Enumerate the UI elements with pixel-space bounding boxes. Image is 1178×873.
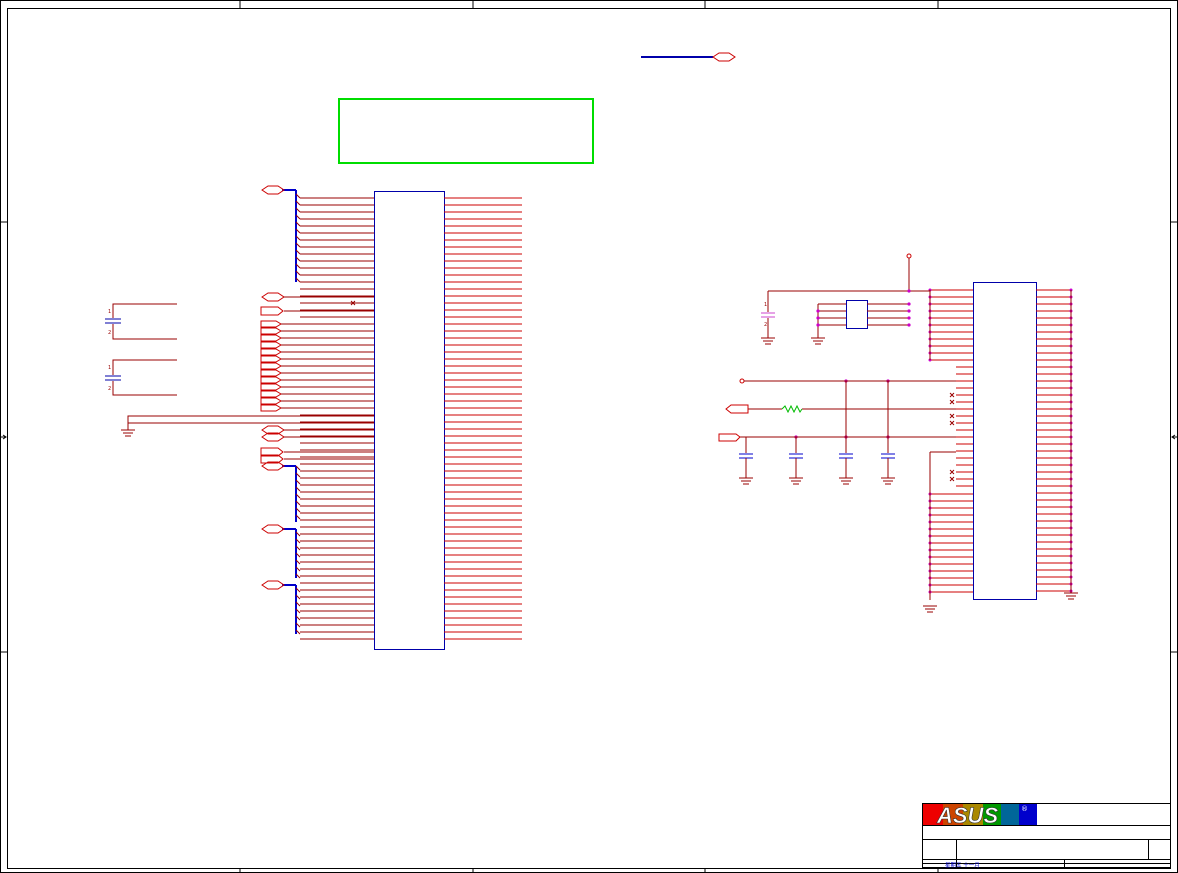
top-net-label bbox=[641, 52, 736, 62]
left-capacitor-1: 1 2 bbox=[105, 303, 177, 340]
no-connect-mark bbox=[949, 420, 955, 426]
input-flag bbox=[260, 348, 282, 356]
input-flag bbox=[260, 341, 282, 349]
input-flag bbox=[260, 334, 282, 342]
logo-text: ASUS bbox=[936, 803, 998, 828]
asus-logo: ASUS ® bbox=[923, 803, 1037, 828]
input-flag bbox=[260, 376, 282, 384]
resistor-network bbox=[811, 289, 911, 345]
right-connector bbox=[794, 282, 1073, 600]
date-text: 星期五 十一月 bbox=[945, 861, 980, 869]
bus-net-label bbox=[261, 580, 285, 590]
series-resistor bbox=[781, 404, 803, 414]
sheet-border bbox=[0, 0, 1178, 873]
input-flag bbox=[260, 362, 282, 370]
right-connector-body bbox=[973, 282, 1037, 600]
input-flag bbox=[260, 355, 282, 363]
left-ground bbox=[121, 415, 374, 437]
input-flag bbox=[260, 327, 282, 335]
svg-text:1: 1 bbox=[108, 309, 111, 315]
left-connector bbox=[300, 191, 522, 650]
bus-net-label bbox=[261, 185, 285, 195]
svg-text:2: 2 bbox=[764, 322, 767, 328]
power-rail: 1 2 bbox=[761, 253, 930, 345]
registered-mark: ® bbox=[1021, 805, 1028, 813]
svg-text:1: 1 bbox=[108, 365, 111, 371]
note-box bbox=[338, 98, 594, 164]
right-signals bbox=[739, 378, 956, 600]
bus-net-label bbox=[261, 524, 285, 534]
net-label bbox=[261, 292, 285, 302]
input-flag bbox=[260, 369, 282, 377]
svg-text:1: 1 bbox=[764, 302, 767, 308]
input-flag bbox=[260, 397, 282, 405]
no-connect-mark bbox=[949, 399, 955, 405]
input-flag bbox=[260, 390, 282, 398]
left-capacitor-2: 1 2 bbox=[105, 359, 177, 396]
no-connect-mark bbox=[949, 476, 955, 482]
left-net-labels bbox=[260, 185, 374, 635]
left-connector-pins bbox=[300, 197, 522, 640]
no-connect-mark bbox=[949, 392, 955, 398]
no-connect-mark bbox=[949, 413, 955, 419]
input-flag bbox=[260, 404, 282, 412]
input-flag bbox=[260, 383, 282, 391]
left-connector-body bbox=[374, 191, 445, 650]
net-label bbox=[260, 306, 284, 316]
svg-text:2: 2 bbox=[108, 330, 111, 336]
schematic-sheet: 1 2 1 2 1 2 ASUS ® 星期五 十一月 bbox=[0, 0, 1178, 873]
input-flag bbox=[260, 320, 282, 328]
no-connect-mark bbox=[949, 469, 955, 475]
right-net-labels bbox=[718, 404, 749, 442]
title-block: ASUS ® 星期五 十一月 bbox=[922, 803, 1171, 869]
right-connector-pins bbox=[794, 288, 1073, 594]
decoupling-capacitors bbox=[739, 453, 895, 485]
svg-text:2: 2 bbox=[108, 386, 111, 392]
